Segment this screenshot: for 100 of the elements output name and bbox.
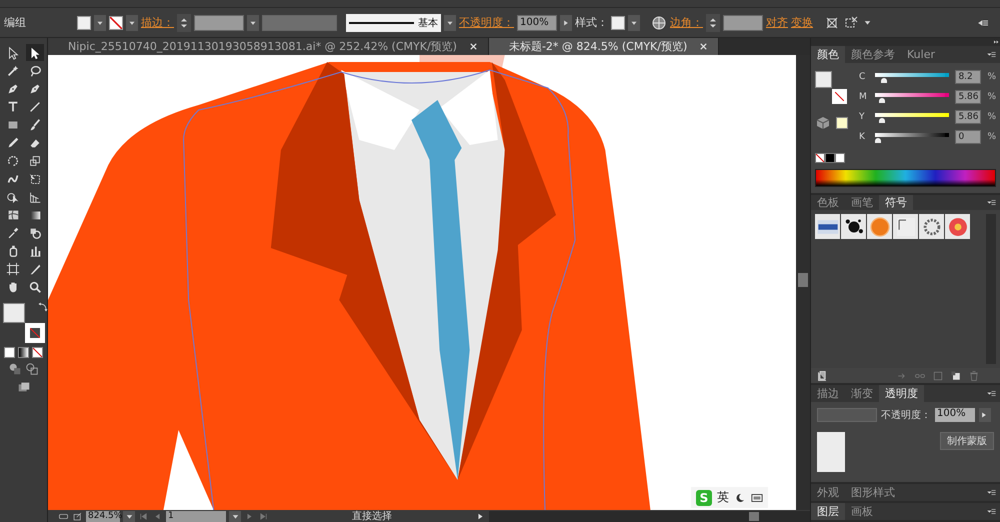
dropdown-button[interactable] [126,14,138,30]
selection-type-label: 编组 [4,15,27,30]
panel-menu-icon[interactable] [986,388,997,399]
current-tool-label: 直接选择 [351,510,393,522]
selection-path[interactable] [183,70,576,510]
fill-color-swatch[interactable] [815,71,832,88]
dropdown-button[interactable] [247,14,259,30]
align-link[interactable]: 对齐 [766,15,788,30]
stroke-link[interactable]: 描边： [141,15,174,30]
moon-icon[interactable] [734,492,746,502]
arrow-button[interactable] [979,408,991,422]
keyboard-icon[interactable] [751,492,763,502]
screen-mode-icon[interactable] [16,380,30,394]
percent-label: % [987,112,996,122]
opacity-label: 不透明度： [881,408,931,422]
slider-thumb[interactable] [880,78,887,83]
cube-icon[interactable] [815,115,831,131]
panel-tab[interactable]: 画笔 [845,195,879,210]
quick-swatch[interactable] [835,153,845,163]
make-mask-button[interactable]: 制作蒙版 [940,432,994,450]
dropdown-button[interactable] [94,14,106,30]
variable-width-field[interactable] [262,14,337,30]
none-mode-button[interactable] [32,347,43,358]
flower-symbol-icon[interactable] [946,216,968,238]
dropdown-button[interactable] [444,14,456,30]
panel-menu-icon[interactable] [986,506,997,517]
corner-link[interactable]: 边角： [670,15,703,30]
slider-thumb[interactable] [879,98,885,103]
gamut-swatch[interactable] [836,117,848,129]
style-swatch[interactable] [611,16,625,30]
transform-link[interactable]: 变换 [791,15,813,30]
fill-swatch[interactable] [77,16,91,30]
horizontal-scrollbar[interactable] [489,510,810,522]
panel-menu-icon[interactable] [986,49,997,60]
corner-radius-field[interactable] [723,14,763,30]
close-icon[interactable] [468,42,478,51]
channel-value-field[interactable]: 8.2 [955,70,982,84]
stroke-weight-field[interactable] [194,14,244,30]
panel-menu-icon[interactable] [986,487,997,498]
new-item-icon[interactable] [950,370,962,382]
quick-swatch[interactable] [825,153,835,163]
symbol-library-icon[interactable] [817,370,829,382]
channel-value-field[interactable]: 5.86 [955,110,982,124]
opacity-field[interactable]: 100% [517,14,557,30]
panel-tab[interactable]: 符号 [879,195,913,210]
panel-tab[interactable]: 画板 [845,503,879,520]
opacity-field[interactable]: 100% [935,408,975,422]
channel-value-field[interactable]: 0 [955,130,982,144]
fill-color-swatch[interactable] [2,303,24,323]
document-tab[interactable]: Nipic_25510740_20191130193058913081.ai* @ 252.42% (CMYK/预览) [48,38,489,55]
stroke-profile-dropdown[interactable]: 基本 [346,14,441,32]
panel-tab[interactable]: 颜色参考 [845,46,901,63]
document-tab[interactable]: 未标题-2* @ 824.5% (CMYK/预览) [488,38,720,55]
panel-tab[interactable]: 透明度 [879,385,924,402]
panel-tab[interactable]: 描边 [811,385,845,402]
panel-tab[interactable]: 颜色 [811,46,845,63]
frame-symbol-icon[interactable] [894,216,916,238]
stroke-swatch[interactable] [109,16,123,30]
transform-box-icon[interactable] [824,14,840,30]
magic-wand-icon [6,64,20,78]
thumbnail-preview [817,432,845,472]
last-page-icon[interactable] [258,510,269,522]
color-spectrum[interactable] [815,169,996,187]
dropdown-button[interactable] [123,510,135,522]
stroke-color-swatch[interactable] [24,323,44,343]
perspective-grid-icon [28,190,42,204]
first-page-icon[interactable] [138,510,149,522]
panel-tab[interactable]: 图形样式 [845,484,901,501]
stepper-button[interactable] [706,14,720,32]
slider-thumb[interactable] [879,118,885,123]
isolate-icon[interactable] [843,14,859,30]
panel-tab[interactable]: 渐变 [845,385,879,402]
globe-icon[interactable] [651,14,667,30]
stepper-button[interactable] [177,14,191,32]
tool-button[interactable] [26,44,44,61]
gradient-mode-button[interactable] [18,347,29,358]
draw-mode-icon[interactable] [8,362,22,376]
none-swatch[interactable] [815,153,825,163]
panel-tab[interactable]: Kuler [901,46,941,63]
draw-mode-icon[interactable] [25,362,39,376]
page-field[interactable]: 1 [166,510,226,522]
panel-tab[interactable]: 外观 [811,484,845,501]
input-language-label[interactable]: 英 [717,489,729,506]
panel-tab[interactable]: 图层 [811,503,845,520]
slider-thumb[interactable] [875,138,881,143]
close-icon[interactable] [699,42,708,51]
vertical-scrollbar[interactable] [796,55,810,510]
dropdown-button[interactable] [628,14,640,30]
color-mode-button[interactable] [4,347,15,358]
dropdown-button[interactable] [229,510,241,522]
channel-value-field[interactable]: 5.86 [955,90,982,104]
swap-arrows-icon[interactable] [36,301,48,313]
share-icon[interactable] [72,510,83,522]
opacity-link[interactable]: 不透明度： [459,15,514,30]
bar-graph-icon [28,244,42,258]
arrow-button[interactable] [560,14,572,30]
channel-label: C [859,72,866,82]
channel-label: Y [859,112,866,122]
stroke-color-swatch[interactable] [832,89,847,104]
panel-tab[interactable]: 色板 [811,195,845,210]
